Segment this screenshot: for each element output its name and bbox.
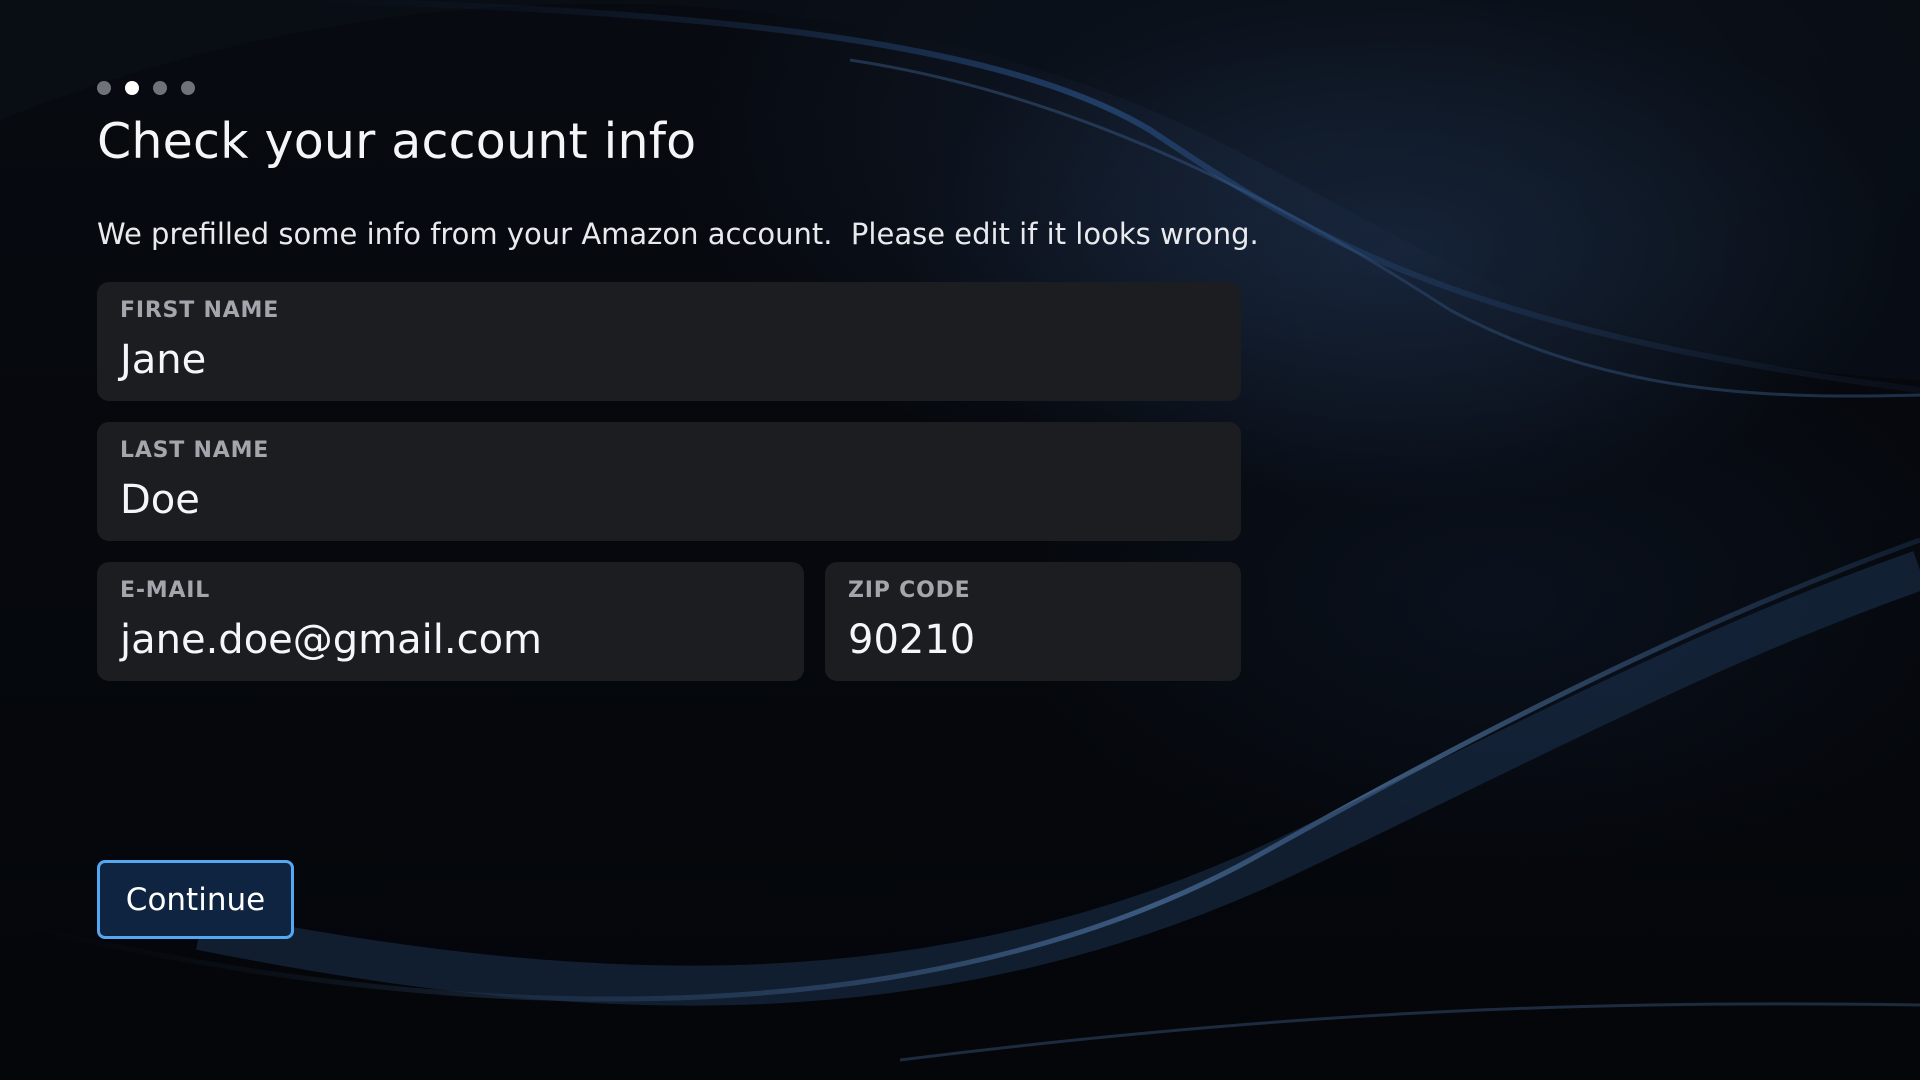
main-content: Check your account info We prefilled som… <box>97 78 1297 702</box>
last-name-field[interactable]: LAST NAME Doe <box>97 422 1241 541</box>
account-info-screen: Check your account info We prefilled som… <box>0 0 1920 1080</box>
zip-code-field[interactable]: ZIP CODE 90210 <box>825 562 1241 681</box>
page-subtitle: We prefilled some info from your Amazon … <box>97 217 1259 251</box>
last-name-label: LAST NAME <box>120 438 270 463</box>
email-value[interactable]: jane.doe@gmail.com <box>120 616 781 664</box>
first-name-field[interactable]: FIRST NAME Jane <box>97 282 1241 401</box>
first-name-value[interactable]: Jane <box>120 336 1218 384</box>
zip-code-label: ZIP CODE <box>848 578 971 603</box>
step-dot <box>153 81 167 95</box>
email-field[interactable]: E-MAIL jane.doe@gmail.com <box>97 562 804 681</box>
last-name-value[interactable]: Doe <box>120 476 1218 524</box>
step-progress-indicator <box>97 78 1297 98</box>
page-title: Check your account info <box>97 113 697 170</box>
step-dot <box>181 81 195 95</box>
zip-code-value[interactable]: 90210 <box>848 616 1218 664</box>
step-dot <box>97 81 111 95</box>
email-zip-row: E-MAIL jane.doe@gmail.com ZIP CODE 90210 <box>97 562 1241 702</box>
account-form: FIRST NAME Jane LAST NAME Doe E-MAIL jan… <box>97 282 1241 702</box>
step-dot-current <box>125 81 139 95</box>
email-label: E-MAIL <box>120 578 211 603</box>
first-name-label: FIRST NAME <box>120 298 280 323</box>
continue-button[interactable]: Continue <box>97 860 294 939</box>
